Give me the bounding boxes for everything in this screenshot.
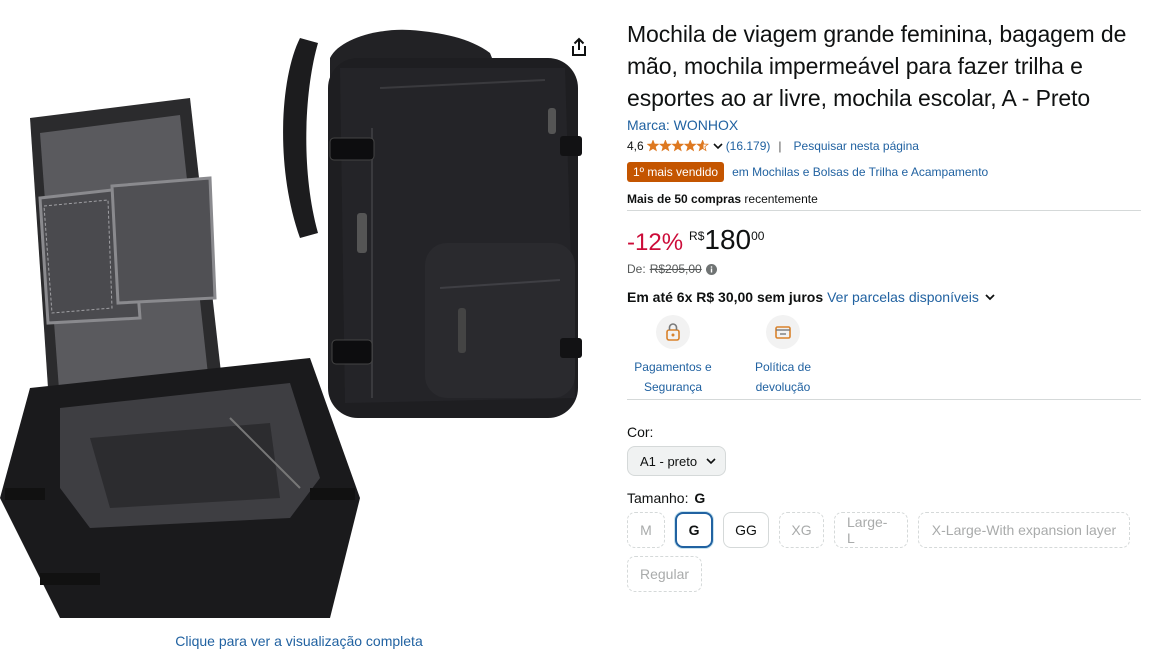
- view-full-image-link[interactable]: Clique para ver a visualização completa: [0, 633, 598, 649]
- star-icon: [683, 140, 697, 152]
- chevron-down-icon: [706, 458, 716, 465]
- share-icon: [572, 37, 586, 56]
- star-icon: [658, 140, 672, 152]
- size-option-gg[interactable]: GG: [723, 512, 769, 548]
- feature-icons-row: Pagamentos e Segurança Política de devol…: [627, 315, 1141, 399]
- lock-shield-icon: [656, 315, 690, 349]
- feature-return-policy[interactable]: Política de devolução: [737, 315, 829, 399]
- recent-purchases-count: Mais de 50 compras: [627, 192, 742, 206]
- size-option-large-l[interactable]: Large-L: [834, 512, 908, 548]
- size-label-text: Tamanho:: [627, 490, 689, 506]
- rating-value: 4,6: [627, 139, 644, 153]
- installments-link[interactable]: Ver parcelas disponíveis: [827, 289, 979, 305]
- image-gallery: Clique para ver a visualização completa: [0, 0, 610, 655]
- recent-purchases: Mais de 50 compras recentemente: [627, 192, 1141, 206]
- product-info: Mochila de viagem grande feminina, bagag…: [627, 18, 1141, 600]
- price-cents: 00: [751, 229, 765, 243]
- size-option-g[interactable]: G: [675, 512, 713, 548]
- chevron-down-icon[interactable]: [983, 290, 997, 304]
- color-label: Cor:: [627, 424, 654, 440]
- feature-label-line1: Pagamentos e: [634, 360, 712, 374]
- search-page-link[interactable]: Pesquisar nesta página: [794, 139, 919, 153]
- bestseller-row: 1º mais vendido em Mochilas e Bolsas de …: [627, 162, 1141, 182]
- size-label: Tamanho: G: [627, 490, 1141, 506]
- price-currency: R$: [689, 229, 705, 243]
- list-price-row: De: R$205,00: [627, 261, 1141, 277]
- share-button[interactable]: [566, 34, 592, 60]
- star-icon: [695, 140, 709, 152]
- chevron-down-icon[interactable]: [712, 140, 724, 152]
- product-title: Mochila de viagem grande feminina, bagag…: [627, 21, 1127, 111]
- feature-label-line2: devolução: [755, 380, 811, 394]
- price-whole: 180: [704, 224, 752, 255]
- separator: |: [778, 139, 782, 153]
- size-option-regular[interactable]: Regular: [627, 556, 702, 592]
- color-select[interactable]: A1 - preto: [627, 446, 727, 476]
- stars-icon: [646, 140, 709, 152]
- size-option-xg[interactable]: XG: [779, 512, 824, 548]
- rating-stars[interactable]: [646, 140, 709, 152]
- feature-label-line1: Política de: [754, 360, 812, 374]
- list-price-label: De:: [627, 262, 646, 276]
- brand-link[interactable]: Marca: WONHOX: [627, 117, 1141, 133]
- size-option-x-large-expansion[interactable]: X-Large-With expansion layer: [918, 512, 1130, 548]
- feature-label: Política de devolução: [755, 357, 811, 397]
- closed-backpack-illustration: [283, 29, 582, 418]
- return-box-icon: [766, 315, 800, 349]
- rating-row: 4,6 (16.179) | Pesquisar nesta página: [627, 137, 1141, 155]
- size-option-m[interactable]: M: [627, 512, 665, 548]
- star-icon: [671, 140, 684, 152]
- feature-label: Pagamentos e Segurança: [634, 357, 711, 397]
- bestseller-category-link[interactable]: em Mochilas e Bolsas de Trilha e Acampam…: [732, 165, 988, 179]
- recent-purchases-suffix: recentemente: [741, 192, 818, 206]
- installment-row: Em até 6x R$ 30,00 sem juros Ver parcela…: [627, 287, 1141, 307]
- color-select-value: A1 - preto: [640, 453, 698, 469]
- discount-percent: -12%: [627, 229, 684, 256]
- feature-payment-security[interactable]: Pagamentos e Segurança: [627, 315, 719, 399]
- list-price-value: R$205,00: [649, 262, 702, 276]
- divider: [627, 210, 1141, 211]
- price-row: -12% R$ 180 00: [627, 225, 1141, 257]
- size-options: M G GG XG Large-L X-Large-With expansion…: [627, 512, 1141, 600]
- feature-label-line2: Segurança: [643, 380, 703, 394]
- size-selected-value: G: [694, 490, 706, 506]
- product-image[interactable]: [0, 18, 610, 623]
- info-icon[interactable]: [705, 263, 717, 275]
- installment-text: Em até 6x R$ 30,00 sem juros: [627, 289, 824, 305]
- bestseller-badge[interactable]: 1º mais vendido: [627, 162, 725, 182]
- rating-count-link[interactable]: (16.179): [726, 139, 771, 153]
- star-icon: [646, 140, 660, 152]
- divider: [627, 399, 1141, 400]
